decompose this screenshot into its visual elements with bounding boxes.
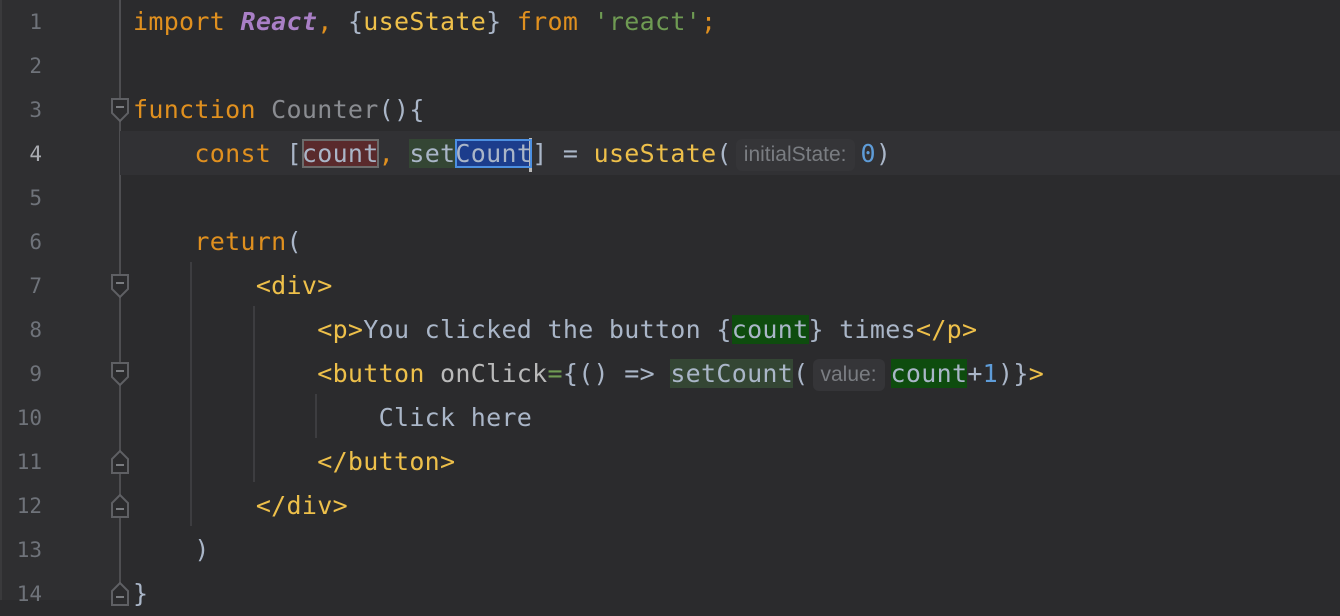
code-line-6: return( [133,220,302,264]
punctuation: ( [716,139,732,168]
line-number: 6 [29,230,42,254]
punctuation: { [716,315,732,344]
jsx-attribute: onClick [424,359,548,388]
punctuation: ] [532,139,548,168]
keyword: return [194,227,287,256]
punctuation: ) [194,535,210,564]
parameter-hint: initialState: [735,139,855,171]
punctuation: )} [998,359,1029,388]
variable-count-highlighted: count [301,139,379,168]
punctuation: [ [271,139,302,168]
keyword: from [501,7,594,36]
punctuation: ( [793,359,809,388]
jsx-tag: </p> [915,315,978,344]
import-identifier: useState [363,7,487,36]
punctuation: ; [701,7,717,36]
code-line-10: Click here [133,396,532,440]
jsx-tag: </div> [255,491,348,520]
punctuation: , [378,139,394,168]
jsx-text: You clicked the button [363,315,717,344]
jsx-text: Click here [378,403,533,432]
punctuation: } [133,579,149,608]
code-line-1: import React, {useState} from 'react'; [133,0,716,44]
punctuation: ( [286,227,302,256]
variable-count-usage: count [890,359,968,388]
code-line-11: </button> [133,440,455,484]
punctuation: , [317,7,333,36]
fold-collapse-icon[interactable] [110,274,130,300]
code-line-3: function Counter(){ [133,88,425,132]
code-line-14: } [133,572,148,616]
code-line-12: </div> [133,484,348,528]
line-number: 13 [16,538,42,562]
keyword: const [194,139,272,168]
line-number: 2 [29,54,42,78]
parameter-hint: value: [812,359,885,391]
line-number: 7 [29,274,42,298]
variable-setcount-prefix: set [409,139,456,168]
jsx-tag: <p> [317,315,364,344]
fold-end-icon[interactable] [110,580,130,606]
keyword: import [133,7,226,36]
punctuation: ) [875,139,892,168]
arrow-function: {() => [562,359,671,388]
code-line-9: <button onClick={() => setCount(value: co… [133,352,1044,396]
punctuation: } [808,315,824,344]
number-literal: 0 [860,139,876,168]
operator: = [547,139,594,168]
fold-collapse-icon[interactable] [110,362,130,388]
code-line-8: <p>You clicked the button {count} times<… [133,308,977,352]
operator: + [967,359,983,388]
code-line-4: const [count, setCount] = useState(initi… [133,132,891,176]
fold-end-icon[interactable] [110,492,130,518]
fold-collapse-icon[interactable] [110,98,130,124]
jsx-tag: </button> [317,447,456,476]
jsx-tag: > [1028,359,1045,388]
line-number: 12 [16,494,42,518]
import-identifier: React [240,7,318,36]
code-line-7: <div> [133,264,333,308]
punctuation: (){ [378,95,425,124]
line-number: 1 [29,10,42,34]
jsx-tag: <div> [255,271,333,300]
code-line-13: ) [133,528,210,572]
function-call-setcount: setCount [670,359,794,388]
punctuation: { [332,7,364,36]
line-number: 14 [16,582,42,606]
line-number: 5 [29,186,42,210]
text-selection: Count [455,139,533,168]
fold-end-icon[interactable] [110,448,130,474]
function-name: Counter [255,95,379,124]
number-literal: 1 [982,359,999,388]
punctuation: } [486,7,502,36]
line-number: 9 [29,362,42,386]
line-number: 10 [16,406,42,430]
line-number: 4 [29,142,42,166]
line-number: 11 [16,450,42,474]
line-number: 3 [29,98,42,122]
operator: = [547,359,563,388]
line-number: 8 [29,318,42,342]
jsx-text: times [823,315,916,344]
function-call: useState [593,139,717,168]
variable-count-usage: count [731,315,809,344]
keyword: function [133,95,256,124]
string-literal: 'react' [593,7,702,36]
jsx-tag: <button [317,359,425,388]
